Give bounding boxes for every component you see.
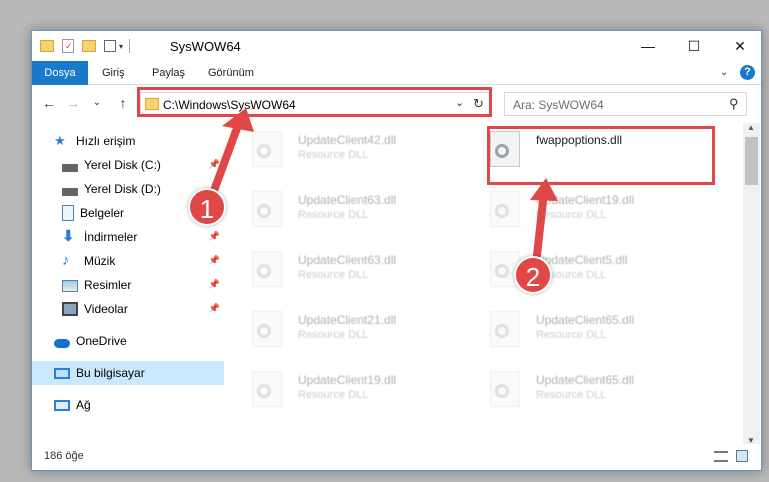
arrow-2-line: [532, 188, 548, 268]
step-1-badge: 1: [188, 188, 226, 226]
arrow-1-line: [208, 116, 244, 200]
step-2-badge: 2: [514, 256, 552, 294]
arrow-1-head: [222, 108, 254, 132]
annotation-arrows: [208, 108, 558, 268]
arrow-2-head: [530, 178, 558, 201]
